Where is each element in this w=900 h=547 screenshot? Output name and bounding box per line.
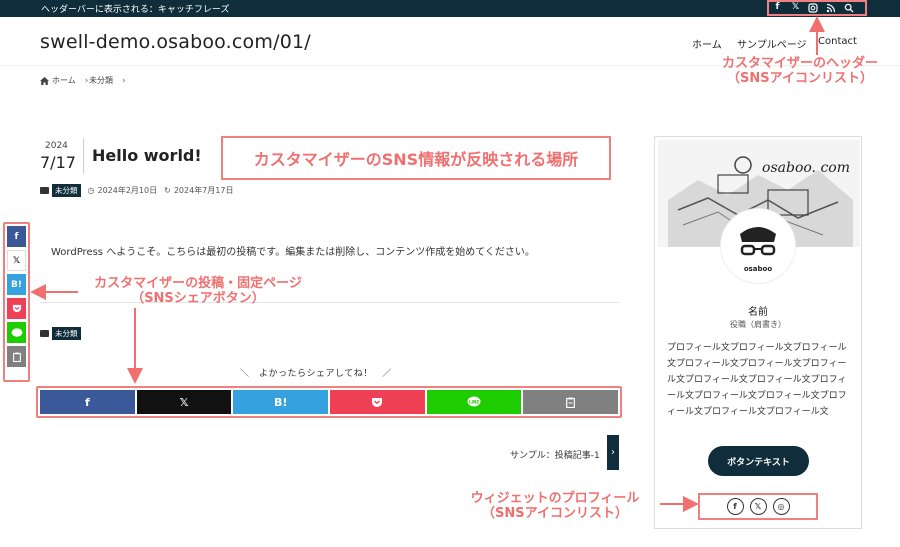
profile-role: 役職（肩書き） — [730, 320, 786, 329]
profile-sns-icons: f 𝕏 ◎ — [698, 493, 818, 520]
annotation-post-line1: カスタマイザーの投稿・固定ページ — [94, 276, 302, 291]
next-post-arrow[interactable]: › — [607, 435, 619, 470]
nav-contact[interactable]: Contact — [818, 36, 857, 47]
breadcrumb-home[interactable]: ホーム › — [40, 75, 88, 86]
facebook-icon[interactable]: f — [726, 498, 744, 515]
share-caption: ＼ よかったらシェアしてね！ ／ — [240, 369, 392, 379]
chevron-right-icon: › — [611, 447, 615, 458]
hatena-icon: B! — [273, 395, 288, 409]
profile-description: プロフィール文プロフィール文プロフィール文プロフィール文プロフィール文プロフィー… — [667, 343, 847, 417]
profile-name: 名前 — [748, 307, 768, 318]
nav-sample-page[interactable]: サンプルページ — [737, 36, 807, 51]
cover-text: osaboo. com — [762, 160, 850, 176]
side-hatena-button[interactable]: B! — [7, 274, 26, 295]
post-meta: 未分類 ◷ 2024年2月10日 ↻ 2024年7月17日 — [40, 184, 233, 197]
post-title: Hello world! — [92, 146, 202, 165]
instagram-icon[interactable]: ◎ — [772, 498, 790, 515]
side-pocket-button[interactable] — [7, 298, 26, 319]
nav-home[interactable]: ホーム — [692, 36, 722, 51]
svg-text:LINE: LINE — [469, 399, 479, 404]
callout-sns-location: カスタマイザーのSNS情報が反映される場所 — [221, 136, 611, 180]
profile-button[interactable]: ボタンテキスト — [708, 446, 809, 476]
next-post-label[interactable]: サンプル：投稿記事-1 — [510, 448, 600, 461]
breadcrumb-category-label: 未分類 — [89, 76, 113, 85]
annotation-widget: ウィジェットのプロフィール （SNSアイコンリスト） — [440, 491, 670, 521]
catchphrase: ヘッダーバーに表示される：キャッチフレーズ — [41, 5, 230, 15]
profile-widget: osaboo. com osaboo 名前 役職（肩書き） プロフィール文プロフ… — [654, 136, 862, 529]
avatar: osaboo — [720, 208, 796, 284]
home-icon — [40, 76, 49, 85]
site-title[interactable]: swell-demo.osaboo.com/01/ — [40, 31, 311, 53]
pocket-icon — [372, 397, 383, 407]
annotation-post-line2: （SNSシェアボタン） — [131, 291, 265, 306]
clipboard-icon — [12, 352, 21, 362]
side-share-buttons: f 𝕏 B! — [3, 222, 30, 382]
post-footer-meta: 未分類 — [40, 327, 81, 340]
header-sns-highlight — [767, 0, 867, 16]
share-facebook-button[interactable]: f — [40, 390, 135, 414]
annotation-widget-line1: ウィジェットのプロフィール — [470, 491, 640, 506]
footer-category-badge[interactable]: 未分類 — [52, 327, 81, 340]
annotation-header: カスタマイザーのヘッダー （SNSアイコンリスト） — [700, 56, 900, 86]
chevron-right-icon: › — [122, 75, 126, 86]
facebook-icon: f — [84, 395, 90, 409]
facebook-icon: f — [14, 231, 19, 242]
published-date: 2024年2月10日 — [97, 186, 158, 195]
clipboard-icon — [566, 397, 576, 408]
side-copy-button[interactable] — [7, 346, 26, 367]
hatena-icon: B! — [11, 279, 22, 290]
share-hatena-button[interactable]: B! — [233, 390, 329, 414]
share-x-button[interactable]: 𝕏 — [136, 390, 232, 414]
x-icon: 𝕏 — [179, 395, 189, 409]
header-bar: ヘッダーバーに表示される：キャッチフレーズ f 𝕏 — [0, 0, 900, 17]
x-icon[interactable]: 𝕏 — [749, 498, 767, 515]
side-line-button[interactable] — [7, 322, 26, 343]
refresh-icon: ↻ — [164, 186, 171, 195]
breadcrumb-category[interactable]: 未分類 › — [89, 75, 126, 86]
side-facebook-button[interactable]: f — [7, 226, 26, 247]
breadcrumb-home-label: ホーム — [52, 76, 76, 85]
updated-date: 2024年7月17日 — [173, 186, 234, 195]
side-x-button[interactable]: 𝕏 — [7, 250, 26, 271]
annotation-header-line2: （SNSアイコンリスト） — [727, 71, 873, 86]
post-month-day: 7/17 — [40, 153, 76, 172]
post-body: WordPress へようこそ。こちらは最初の投稿です。編集または削除し、コンテ… — [51, 247, 535, 258]
x-icon: 𝕏 — [12, 255, 21, 266]
svg-text:osaboo: osaboo — [744, 265, 773, 273]
annotation-widget-line2: （SNSアイコンリスト） — [482, 506, 628, 521]
date-separator — [83, 138, 84, 174]
folder-icon — [40, 330, 49, 337]
clock-icon: ◷ — [87, 186, 95, 195]
share-buttons: f 𝕏 B! LINE — [36, 386, 622, 418]
annotation-header-line1: カスタマイザーのヘッダー — [721, 56, 878, 71]
post-year: 2024 — [45, 141, 68, 151]
line-icon: LINE — [467, 396, 481, 407]
category-badge[interactable]: 未分類 — [52, 184, 81, 197]
line-icon — [11, 327, 22, 337]
folder-icon — [40, 187, 49, 194]
pocket-icon — [12, 304, 21, 313]
share-pocket-button[interactable] — [330, 390, 425, 414]
annotation-post: カスタマイザーの投稿・固定ページ （SNSシェアボタン） — [68, 276, 328, 306]
share-copy-button[interactable] — [523, 390, 619, 414]
chevron-right-icon: › — [84, 75, 89, 86]
share-line-button[interactable]: LINE — [426, 390, 522, 414]
